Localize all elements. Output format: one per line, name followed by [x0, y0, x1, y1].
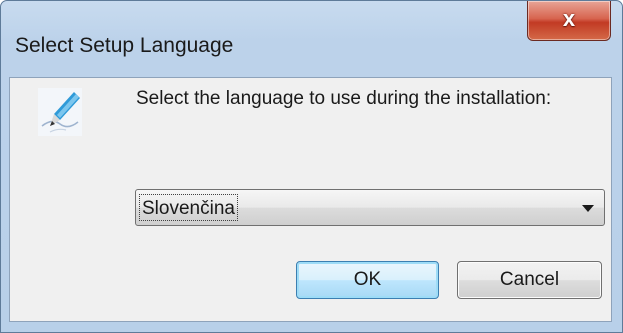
setup-pen-icon	[38, 88, 82, 136]
title-bar[interactable]: Select Setup Language x	[1, 1, 622, 75]
selected-language: Slovenčina	[139, 194, 238, 221]
dialog-body: Select the language to use during the in…	[9, 77, 612, 322]
ok-button[interactable]: OK	[296, 261, 439, 299]
language-select[interactable]: Slovenčina	[135, 189, 605, 226]
close-button[interactable]: x	[527, 1, 611, 41]
window-title: Select Setup Language	[15, 34, 234, 57]
instruction-text: Select the language to use during the in…	[136, 88, 552, 109]
setup-language-dialog: Select Setup Language x Select the langu…	[0, 0, 623, 333]
close-icon: x	[562, 6, 576, 31]
cancel-button[interactable]: Cancel	[457, 261, 602, 299]
chevron-down-icon[interactable]	[582, 205, 594, 212]
